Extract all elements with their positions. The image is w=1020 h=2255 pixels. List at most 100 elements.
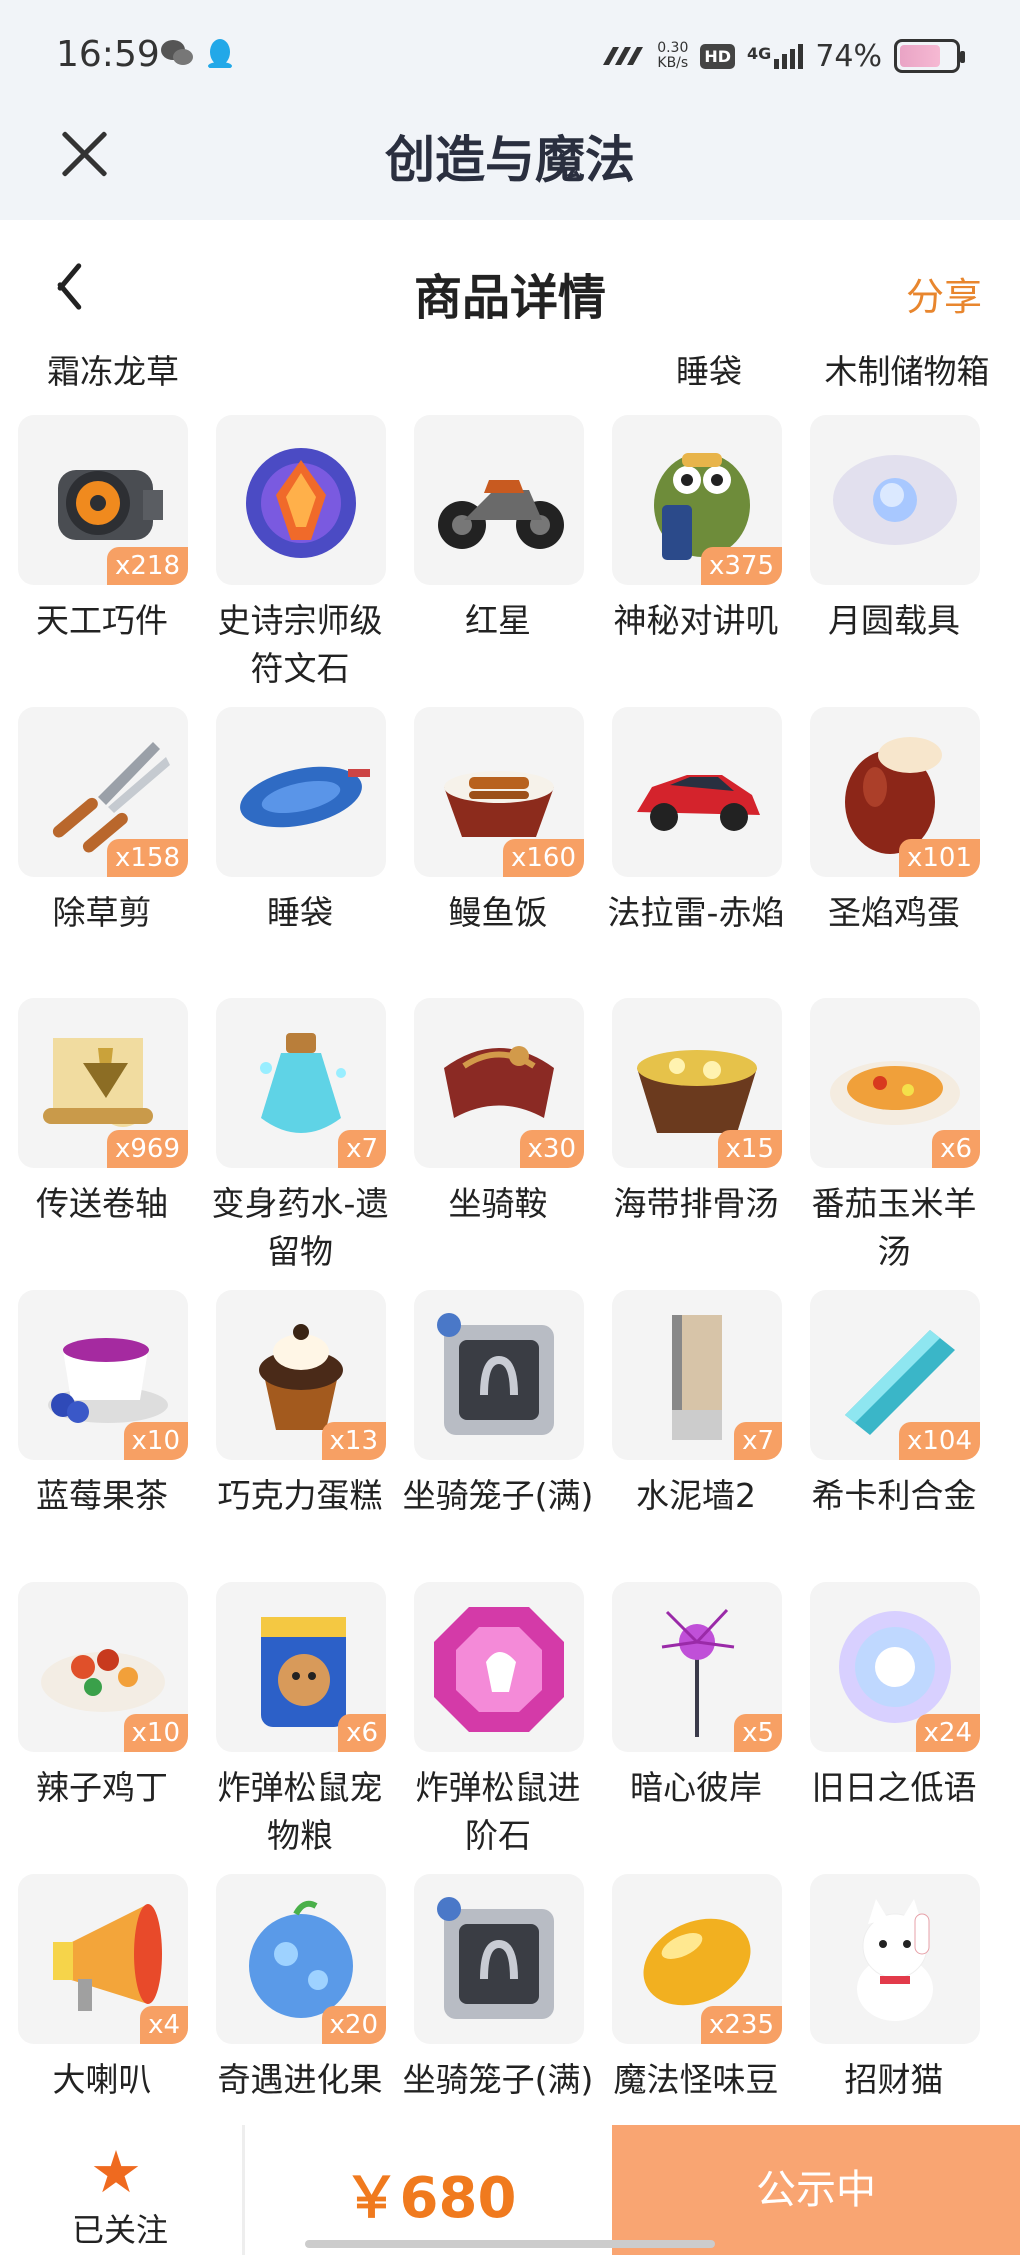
item-thumbnail[interactable]: x10 (18, 1290, 188, 1460)
item-thumbnail[interactable]: x101 (810, 707, 980, 877)
qq-icon (208, 39, 232, 68)
item-name: 传送卷轴 (36, 1184, 168, 1223)
page-header: 商品详情 分享 (0, 220, 1020, 350)
item-thumbnail[interactable]: x375 (612, 415, 782, 585)
item-name: 奇遇进化果 (217, 2060, 383, 2099)
item-count-badge: x10 (123, 1714, 188, 1752)
red-car-icon (622, 717, 772, 871)
item-thumbnail[interactable] (612, 707, 782, 877)
item-name: 巧克力蛋糕 (217, 1476, 383, 1515)
item-thumbnail[interactable]: x235 (612, 1874, 782, 2044)
item-thumbnail[interactable]: x30 (414, 998, 584, 1168)
item-name: 坐骑笼子(满) (402, 2060, 594, 2099)
share-button[interactable]: 分享 (906, 266, 982, 321)
item-count-badge: x30 (519, 1130, 584, 1168)
item-name: 魔法怪味豆 (613, 2060, 779, 2099)
item-thumbnail[interactable] (810, 415, 980, 585)
item-name: 圣焰鸡蛋 (828, 893, 960, 932)
battery-percent: 74% (815, 38, 882, 74)
item-thumbnail[interactable] (414, 1874, 584, 2044)
top-area: 16:59 0.30 KB/s HD 4G 74% 创造与魔法 (0, 0, 1020, 220)
item-count-badge: x158 (106, 839, 188, 877)
item-count-badge: x24 (915, 1714, 980, 1752)
publicity-button[interactable]: 公示中 (612, 2125, 1020, 2255)
item-thumbnail[interactable] (414, 1582, 584, 1752)
item-name: 水泥墙2 (636, 1476, 756, 1515)
item-name: 蓝莓果茶 (36, 1476, 168, 1515)
item-name: 月圆载具 (828, 601, 960, 640)
item-count-badge: x375 (700, 547, 782, 585)
item-thumbnail[interactable] (216, 707, 386, 877)
hd-badge: HD (700, 43, 736, 69)
item-thumbnail[interactable]: x6 (216, 1582, 386, 1752)
item-thumbnail[interactable]: x10 (18, 1582, 188, 1752)
item-thumbnail[interactable]: x6 (810, 998, 980, 1168)
battery-icon (894, 39, 965, 73)
mount-cage-icon (424, 1300, 574, 1454)
cell-signal: 4G (747, 43, 804, 69)
item-count-badge: x101 (898, 839, 980, 877)
item-name: 坐骑笼子(满) (402, 1476, 594, 1515)
item-thumbnail[interactable] (216, 415, 386, 585)
rune-stone-icon (226, 425, 376, 579)
item-count-badge: x235 (700, 2006, 782, 2044)
network-type: 4G (747, 43, 772, 63)
item-thumbnail[interactable]: x218 (18, 415, 188, 585)
item-name: 法拉雷-赤焰 (607, 893, 785, 932)
item-thumbnail[interactable]: x15 (612, 998, 782, 1168)
moon-orb-icon (820, 425, 970, 579)
item-thumbnail[interactable] (414, 1290, 584, 1460)
status-bar: 16:59 0.30 KB/s HD 4G 74% (0, 0, 1020, 110)
advance-gem-icon (424, 1592, 574, 1746)
item-thumbnail[interactable]: x158 (18, 707, 188, 877)
net-speed-unit: KB/s (657, 55, 689, 71)
signal-icon (603, 47, 644, 65)
sleeping-bag-icon (226, 717, 376, 871)
item-thumbnail[interactable]: x969 (18, 998, 188, 1168)
item-name: 旧日之低语 (811, 1768, 977, 1807)
item-thumbnail[interactable]: x7 (612, 1290, 782, 1460)
item-thumbnail[interactable] (414, 415, 584, 585)
partial-item-name: 木制储物箱 (824, 352, 990, 391)
item-thumbnail[interactable]: x160 (414, 707, 584, 877)
item-count-badge: x7 (338, 1130, 386, 1168)
status-time: 16:59 (56, 34, 160, 75)
item-count-badge: x10 (123, 1422, 188, 1460)
net-speed: 0.30 KB/s (657, 41, 688, 71)
item-count-badge: x4 (140, 2006, 188, 2044)
price: ￥680 (343, 2166, 517, 2231)
item-name: 炸弹松鼠宠物粮 (217, 1768, 383, 1855)
item-count-badge: x6 (932, 1130, 980, 1168)
item-thumbnail[interactable]: x7 (216, 998, 386, 1168)
star-icon: ★ (90, 2138, 142, 2206)
item-count-badge: x20 (321, 2006, 386, 2044)
item-count-badge: x15 (717, 1130, 782, 1168)
item-thumbnail[interactable]: x24 (810, 1582, 980, 1752)
item-count-badge: x218 (106, 547, 188, 585)
item-name: 暗心彼岸 (630, 1768, 762, 1807)
item-name: 红星 (465, 601, 531, 640)
item-name: 变身药水-遗留物 (211, 1184, 389, 1271)
mount-cage-icon (424, 1884, 574, 2038)
partial-item-name: 霜冻龙草 (47, 352, 179, 391)
app-header: 创造与魔法 (0, 110, 1020, 220)
item-name: 史诗宗师级符文石 (217, 601, 383, 688)
item-name: 辣子鸡丁 (36, 1768, 168, 1807)
item-name: 大喇叭 (52, 2060, 152, 2099)
item-count-badge: x104 (898, 1422, 980, 1460)
item-thumbnail[interactable]: x20 (216, 1874, 386, 2044)
item-count-badge: x7 (734, 1422, 782, 1460)
item-thumbnail[interactable] (810, 1874, 980, 2044)
item-thumbnail[interactable]: x4 (18, 1874, 188, 2044)
item-thumbnail[interactable]: x104 (810, 1290, 980, 1460)
item-thumbnail[interactable]: x5 (612, 1582, 782, 1752)
item-name: 招财猫 (844, 2060, 944, 2099)
item-name: 炸弹松鼠进阶石 (415, 1768, 581, 1855)
item-name: 睡袋 (267, 893, 333, 932)
lucky-cat-icon (820, 1884, 970, 2038)
item-name: 海带排骨汤 (613, 1184, 779, 1223)
follow-button[interactable]: ★ 已关注 (0, 2125, 240, 2255)
item-thumbnail[interactable]: x13 (216, 1290, 386, 1460)
item-name: 坐骑鞍 (448, 1184, 548, 1223)
net-speed-value: 0.30 (657, 40, 689, 56)
